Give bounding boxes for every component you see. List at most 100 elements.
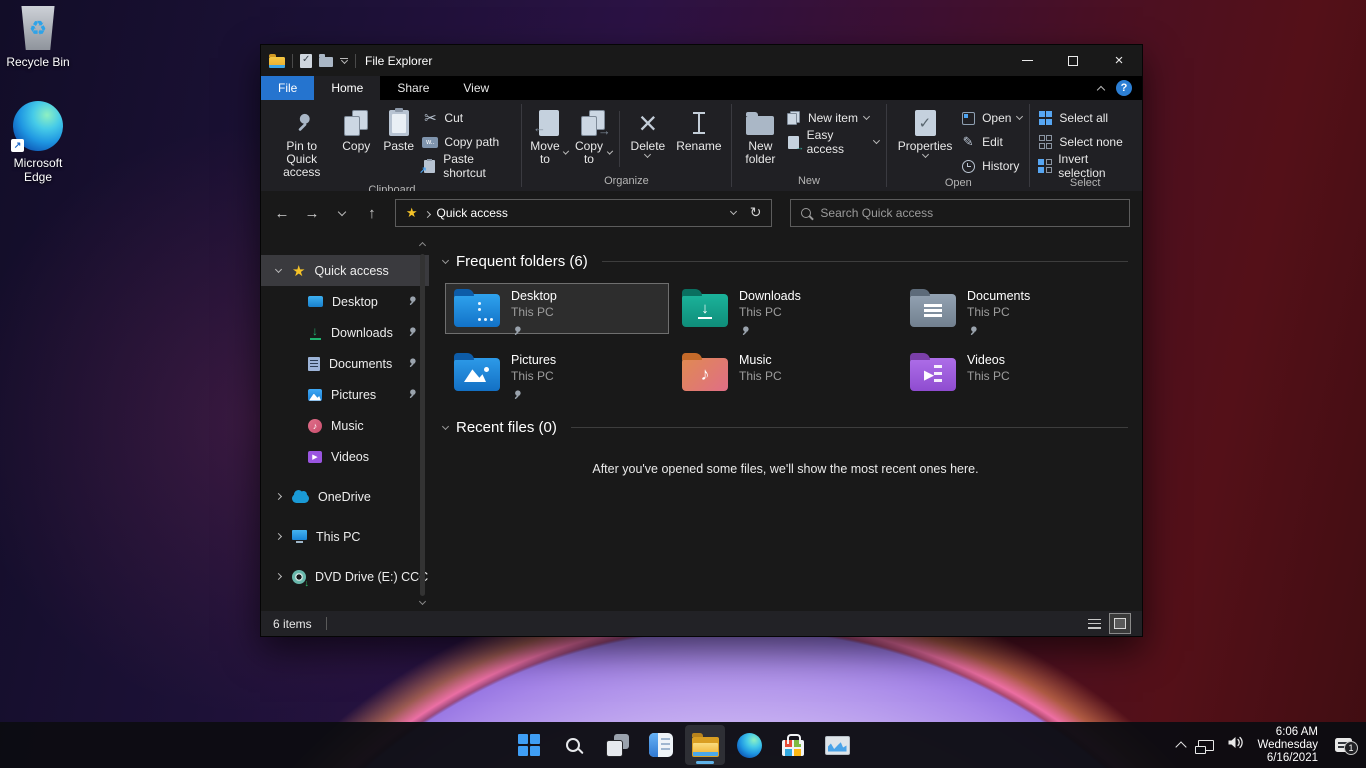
start-button[interactable]	[509, 725, 549, 765]
collapsed-chevron-icon[interactable]	[274, 573, 281, 580]
sidebar-scrollbar[interactable]	[416, 235, 429, 611]
minimize-button[interactable]	[1004, 45, 1050, 76]
scroll-up-icon[interactable]	[419, 242, 426, 249]
easy-access-button[interactable]: Easy access	[786, 133, 879, 151]
scrollbar-thumb[interactable]	[420, 254, 425, 596]
close-button[interactable]: ×	[1096, 45, 1142, 76]
back-arrow-icon: ←	[274, 205, 289, 222]
sidebar-item-quick-access[interactable]: Quick access	[261, 255, 429, 286]
tab-view[interactable]: View	[446, 76, 506, 100]
desktop-icon-microsoft-edge[interactable]: Microsoft Edge	[6, 101, 70, 184]
ribbon-group-clipboard: Pin to Quick access Copy Paste Cut	[263, 100, 521, 191]
properties-button[interactable]: Properties	[894, 105, 956, 160]
paste-shortcut-button[interactable]: Paste shortcut	[422, 157, 514, 175]
tab-home[interactable]: Home	[314, 76, 380, 100]
collapsed-chevron-icon[interactable]	[274, 533, 281, 540]
select-none-button[interactable]: Select none	[1037, 133, 1133, 151]
sidebar-item-videos[interactable]: Videos	[261, 441, 429, 472]
cut-button[interactable]: Cut	[422, 109, 514, 127]
expand-chevron-icon[interactable]	[274, 265, 281, 272]
desktop-icon-label: Microsoft Edge	[6, 156, 70, 184]
scroll-down-icon[interactable]	[419, 598, 426, 605]
edit-pencil-icon	[960, 134, 976, 150]
back-button[interactable]: ←	[269, 200, 295, 226]
folder-tile-videos[interactable]: ​ Videos This PC	[901, 347, 1125, 398]
hidden-icons-chevron-icon[interactable]	[1176, 741, 1187, 752]
copy-path-button[interactable]: Copy path	[422, 133, 514, 151]
properties-icon[interactable]	[300, 54, 312, 68]
edit-button[interactable]: Edit	[960, 133, 1022, 151]
move-to-button[interactable]: Move to	[529, 105, 569, 169]
taskbar-file-explorer-button[interactable]	[685, 725, 725, 765]
task-manager-button[interactable]	[817, 725, 857, 765]
large-icons-view-button[interactable]	[1110, 614, 1130, 633]
help-button[interactable]: ?	[1116, 80, 1132, 96]
sidebar-item-this-pc[interactable]: This PC	[261, 521, 429, 552]
pin-icon	[511, 323, 557, 341]
address-dropdown-chevron-icon[interactable]	[730, 208, 737, 215]
copy-button[interactable]: Copy	[338, 105, 376, 156]
new-item-button[interactable]: New item	[786, 109, 879, 127]
folder-tile-documents[interactable]: Documents This PC	[901, 283, 1125, 334]
sidebar-item-downloads[interactable]: Downloads	[261, 317, 429, 348]
taskbar-center	[509, 722, 857, 768]
microsoft-store-button[interactable]	[773, 725, 813, 765]
select-all-button[interactable]: Select all	[1037, 109, 1133, 127]
notification-count-badge: 1	[1344, 741, 1358, 755]
pin-to-quick-access-button[interactable]: Pin to Quick access	[270, 105, 334, 182]
collapsed-chevron-icon[interactable]	[274, 493, 281, 500]
folder-tile-desktop[interactable]: Desktop This PC	[445, 283, 669, 334]
address-bar[interactable]: Quick access	[395, 199, 773, 227]
new-folder-icon[interactable]	[319, 57, 333, 67]
notifications-button[interactable]: 1	[1335, 738, 1352, 752]
tab-file[interactable]: File	[261, 76, 314, 100]
details-view-button[interactable]	[1084, 614, 1104, 633]
desktop-icon-recycle-bin[interactable]: Recycle Bin	[2, 6, 74, 69]
volume-icon[interactable]	[1227, 735, 1244, 755]
sidebar-item-onedrive[interactable]: OneDrive	[261, 481, 429, 512]
sidebar-item-desktop[interactable]: Desktop	[261, 286, 429, 317]
refresh-icon[interactable]	[750, 204, 762, 222]
frequent-folders-header[interactable]: Frequent folders (6)	[443, 253, 1128, 270]
recent-files-header[interactable]: Recent files (0)	[443, 419, 1128, 436]
forward-button[interactable]: →	[299, 200, 325, 226]
tile-location: This PC	[967, 305, 1030, 320]
collapse-section-chevron-icon[interactable]	[442, 256, 449, 263]
sidebar-item-documents[interactable]: Documents	[261, 348, 429, 379]
folder-tile-pictures[interactable]: Pictures This PC	[445, 347, 669, 398]
window-controls: ×	[1004, 45, 1142, 76]
open-button[interactable]: Open	[960, 109, 1022, 127]
new-folder-button[interactable]: New folder	[739, 105, 782, 169]
sidebar-item-label: Documents	[329, 357, 392, 371]
taskbar-clock[interactable]: 6:06 AM Wednesday 6/16/2021	[1257, 726, 1318, 765]
sidebar-item-music[interactable]: Music	[261, 410, 429, 441]
delete-button[interactable]: Delete	[626, 105, 670, 160]
sidebar-item-pictures[interactable]: Pictures	[261, 379, 429, 410]
invert-selection-button[interactable]: Invert selection	[1037, 157, 1133, 175]
folder-tile-music[interactable]: Music This PC	[673, 347, 897, 398]
folder-tile-downloads[interactable]: Downloads This PC	[673, 283, 897, 334]
collapse-ribbon-chevron-icon[interactable]	[1097, 86, 1105, 94]
taskbar-edge-button[interactable]	[729, 725, 769, 765]
tab-share[interactable]: Share	[380, 76, 446, 100]
paste-button[interactable]: Paste	[379, 105, 418, 156]
button-label: Easy access	[807, 128, 869, 156]
taskbar-search-button[interactable]	[553, 725, 593, 765]
sidebar-item-label: Downloads	[331, 326, 393, 340]
titlebar: File Explorer ×	[261, 45, 1142, 76]
sidebar-item-dvd-drive[interactable]: DVD Drive (E:) CCC	[261, 561, 429, 592]
rename-button[interactable]: Rename	[674, 105, 724, 156]
search-box[interactable]	[790, 199, 1130, 227]
task-view-button[interactable]	[597, 725, 637, 765]
quick-access-toolbar	[269, 54, 356, 68]
customize-toolbar-chevron-icon[interactable]	[340, 58, 348, 64]
history-button[interactable]: History	[960, 157, 1022, 175]
recent-locations-button[interactable]	[329, 200, 355, 226]
collapse-section-chevron-icon[interactable]	[442, 422, 449, 429]
search-input[interactable]	[820, 206, 1119, 220]
widgets-button[interactable]	[641, 725, 681, 765]
up-button[interactable]: ↑	[359, 200, 385, 226]
copy-to-button[interactable]: Copy to	[573, 105, 613, 169]
maximize-button[interactable]	[1050, 45, 1096, 76]
network-icon[interactable]	[1198, 740, 1214, 751]
